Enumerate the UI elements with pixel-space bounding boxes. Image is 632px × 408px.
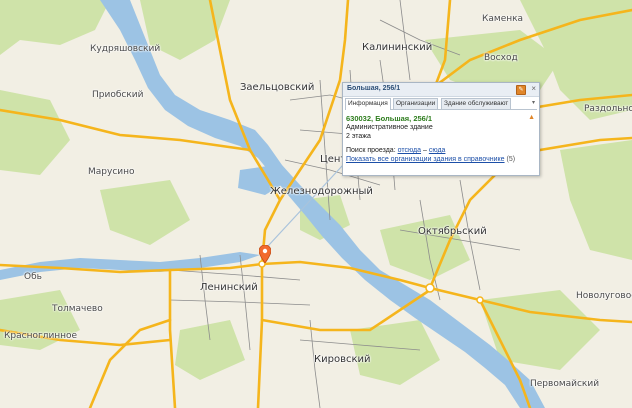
building-type: Административное здание (346, 124, 433, 131)
popup-tabs: Информация Организации Здание обслуживаю… (345, 98, 537, 110)
warning-icon[interactable]: ▲ (528, 114, 535, 121)
label-kamenka: Каменка (482, 14, 524, 24)
popup-address: 630032, Большая, 256/1 (346, 114, 433, 123)
label-ob: Обь (24, 272, 42, 282)
label-leninsky: Ленинский (200, 282, 258, 293)
organizations-count: (5) (506, 156, 516, 163)
close-icon[interactable]: × (531, 84, 536, 94)
label-oktyabrsky: Октябрьский (418, 226, 487, 237)
orgs-link-row: Показать все организации здания в справо… (346, 156, 515, 163)
label-krasnoglinnoe: Красноглинное (4, 331, 78, 341)
label-razdolnoe: Раздольное (584, 104, 632, 114)
label-zaeltsovsky: Заельцовский (240, 82, 315, 93)
map-base (0, 0, 632, 408)
route-label: Поиск проезда: (346, 147, 396, 154)
label-prikobsky: Приобский (92, 90, 144, 100)
label-tolmachevo: Толмачево (52, 304, 103, 314)
tab-building-services[interactable]: Здание обслуживают (441, 98, 512, 109)
building-floors: 2 этажа (346, 133, 371, 140)
show-organizations-link[interactable]: Показать все организации здания в справо… (346, 156, 505, 163)
building-info-popup: Большая, 256/1 ✎ × Информация Организаци… (342, 82, 540, 176)
location-pin-icon[interactable] (259, 245, 271, 263)
tab-organizations[interactable]: Организации (393, 98, 439, 109)
popup-header: Большая, 256/1 ✎ × (343, 83, 539, 97)
label-zheleznodorozhny: Железнодорожный (270, 186, 373, 197)
label-novolugovoe: Новолуговое (576, 291, 632, 301)
city-map[interactable]: Кудряшовский Приобский Калининский Камен… (0, 0, 632, 408)
route-separator: – (423, 147, 427, 154)
label-kalininsky: Калининский (362, 42, 433, 53)
label-pervomaysky: Первомайский (530, 379, 600, 389)
label-kirovsky: Кировский (314, 354, 371, 365)
tab-information[interactable]: Информация (345, 98, 391, 110)
label-voskhod: Восход (484, 53, 518, 63)
route-search: Поиск проезда: отсюда – сюда (346, 147, 445, 154)
label-marusino: Марусино (88, 167, 135, 177)
chevron-down-icon[interactable]: ▾ (532, 99, 535, 106)
label-kudryashovsky: Кудряшовский (90, 44, 161, 54)
route-to-link[interactable]: сюда (429, 147, 446, 154)
popup-title: Большая, 256/1 (347, 85, 401, 92)
pin-window-icon[interactable]: ✎ (516, 85, 526, 95)
route-from-link[interactable]: отсюда (398, 147, 421, 154)
